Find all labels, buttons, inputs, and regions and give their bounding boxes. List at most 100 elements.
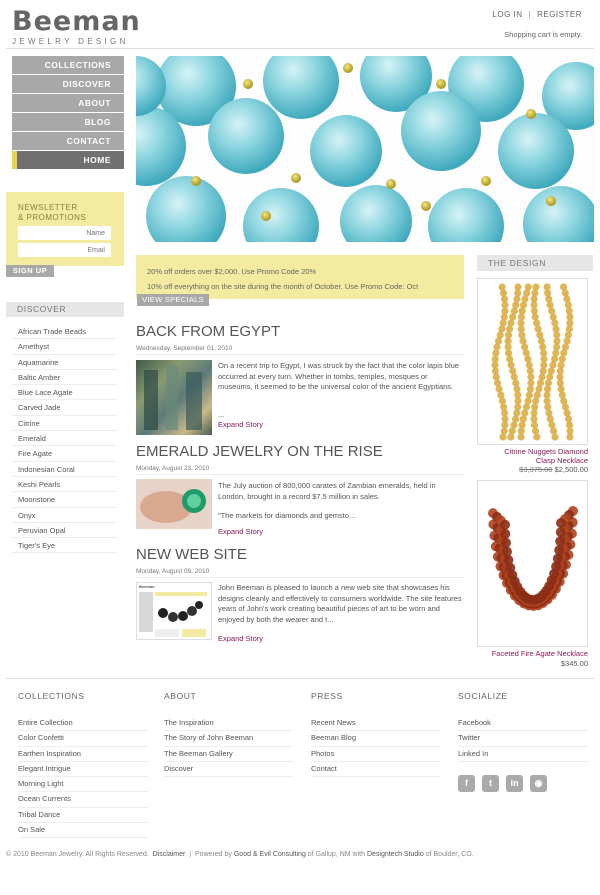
product-name[interactable]: Citrine Nuggets Diamond Clasp Necklace [470,447,588,465]
story-thumbnail[interactable] [136,360,212,435]
footer-link[interactable]: Earthen Inspiration [18,747,148,762]
nav-item-about[interactable]: ABOUT [12,94,124,112]
discover-item[interactable]: Baltic Amber [12,370,118,386]
necklace-bead [532,283,540,291]
footer-link[interactable]: Recent News [311,716,441,732]
footer-link[interactable]: On Sale [18,823,148,839]
nav-item-blog[interactable]: BLOG [12,113,124,131]
register-link[interactable]: REGISTER [537,10,582,19]
discover-item[interactable]: Carved Jade [12,400,118,416]
nav-item-discover[interactable]: DISCOVER [12,75,124,93]
story-title[interactable]: EMERALD JEWELRY ON THE RISE [136,443,383,460]
disclaimer-link[interactable]: Disclaimer [153,851,186,858]
powered-by-link[interactable]: Good & Evil Consulting [234,851,306,858]
footer-link[interactable]: Entire Collection [18,716,148,732]
story-title[interactable]: BACK FROM EGYPT [136,323,280,340]
footer-link[interactable]: The Inspiration [164,716,294,732]
expand-story-link[interactable]: Expand Story [218,420,263,429]
story-title[interactable]: NEW WEB SITE [136,546,247,563]
footer-link[interactable]: Contact [311,762,441,778]
product-name[interactable]: Faceted Fire Agate Necklace [470,649,588,658]
gold-bead [526,109,536,119]
footer-link[interactable]: The Beeman Gallery [164,747,294,762]
discover-item[interactable]: Fire Agate [12,446,118,462]
studio-link[interactable]: Designtech Studio [367,851,424,858]
facebook-icon[interactable]: f [458,774,475,792]
necklace-bead [513,409,521,417]
product-image[interactable] [477,278,588,445]
discover-item[interactable]: Keshi Pearls [12,477,118,493]
necklace-bead [525,391,533,399]
expand-story-link[interactable]: Expand Story [218,527,263,536]
necklace-bead [512,379,520,387]
nav-item-collections[interactable]: COLLECTIONS [12,56,124,74]
necklace-bead [499,289,508,297]
footer-link[interactable]: Ocean Currents [18,792,148,808]
footer-link[interactable]: Beeman Blog [311,731,441,747]
necklace-bead [503,555,514,565]
discover-item[interactable]: Onyx [12,508,118,523]
footer-link[interactable]: Photos [311,747,441,762]
product-price: $3,375.00 $2,500.00 [470,465,588,474]
necklace-bead [549,313,557,321]
necklace-bead [556,518,566,528]
footer-link[interactable]: Elegant Intrigue [18,762,148,778]
view-specials-button[interactable]: VIEW SPECIALS [137,294,209,306]
discover-item[interactable]: Amethyst [12,339,118,355]
twitter-icon[interactable]: t [482,774,499,792]
logo[interactable]: Beeman JEWELRY DESIGN [12,8,141,47]
linkedin-icon[interactable]: in [506,774,523,792]
footer-link[interactable]: Morning Light [18,777,148,793]
expand-story-link[interactable]: Expand Story [218,634,263,643]
necklace-bead [546,373,554,381]
footer-link[interactable]: Color Confetti [18,731,148,747]
necklace-bead [550,427,558,435]
newsletter-email-field[interactable] [18,243,111,257]
discover-item[interactable]: African Trade Beads [12,324,118,340]
discover-item[interactable]: Moonstone [12,492,118,508]
footer-link[interactable]: Twitter [458,731,588,747]
necklace-bead [525,361,533,369]
story-thumbnail[interactable]: Beeman [136,582,212,640]
necklace-bead [519,301,528,309]
discover-item[interactable]: Blue Lace Agate [12,385,118,401]
gold-bead [343,63,353,73]
footer-socialize: SOCIALIZE Facebook Twitter Linked In f t… [458,690,588,792]
necklace-bead [505,349,513,357]
necklace-bead [493,343,501,351]
necklace-bead [521,295,529,303]
login-link[interactable]: LOG IN [492,10,522,19]
signup-button[interactable]: SIGN UP [6,265,54,277]
necklace-bead [500,313,508,321]
main-nav: COLLECTIONS DISCOVER ABOUT BLOG CONTACT … [12,56,124,170]
footer-link[interactable]: Tribal Dance [18,808,148,824]
necklace-bead [510,373,518,381]
copyright-text: © 2010 Beeman Jewelry. All Rights Reserv… [6,851,149,858]
cart-status[interactable]: Shopping cart is empty. [504,30,582,39]
footer-link[interactable]: Discover [164,762,294,778]
footer-about: ABOUT The Inspiration The Story of John … [164,690,294,778]
product-image[interactable] [477,480,588,647]
necklace-bead [524,355,532,363]
discover-item[interactable]: Tiger's Eye [12,538,118,554]
rss-icon[interactable]: ◉ [530,774,547,792]
nav-item-home[interactable]: HOME [12,151,124,169]
gold-bead [243,79,253,89]
link-separator: | [528,10,532,19]
nav-item-contact[interactable]: CONTACT [12,132,124,150]
powered-prefix: Powered by [194,851,232,858]
newsletter-name-field[interactable] [18,226,111,240]
footer-link[interactable]: The Story of John Beeman [164,731,294,747]
discover-item[interactable]: Citrine [12,416,118,432]
discover-item[interactable]: Peruvian Opal [12,523,118,539]
story-thumbnail[interactable] [136,479,212,529]
necklace-bead [507,319,515,327]
footer-link[interactable]: Facebook [458,716,588,732]
footer-link[interactable]: Linked In [458,747,588,762]
necklace-bead [533,391,541,399]
discover-item[interactable]: Emerald [12,431,118,447]
story-date: Monday, August 09, 2010 [136,568,210,575]
discover-item[interactable]: Aquamarine [12,355,118,370]
necklace-bead [537,337,545,345]
discover-item[interactable]: Indonesian Coral [12,462,118,477]
